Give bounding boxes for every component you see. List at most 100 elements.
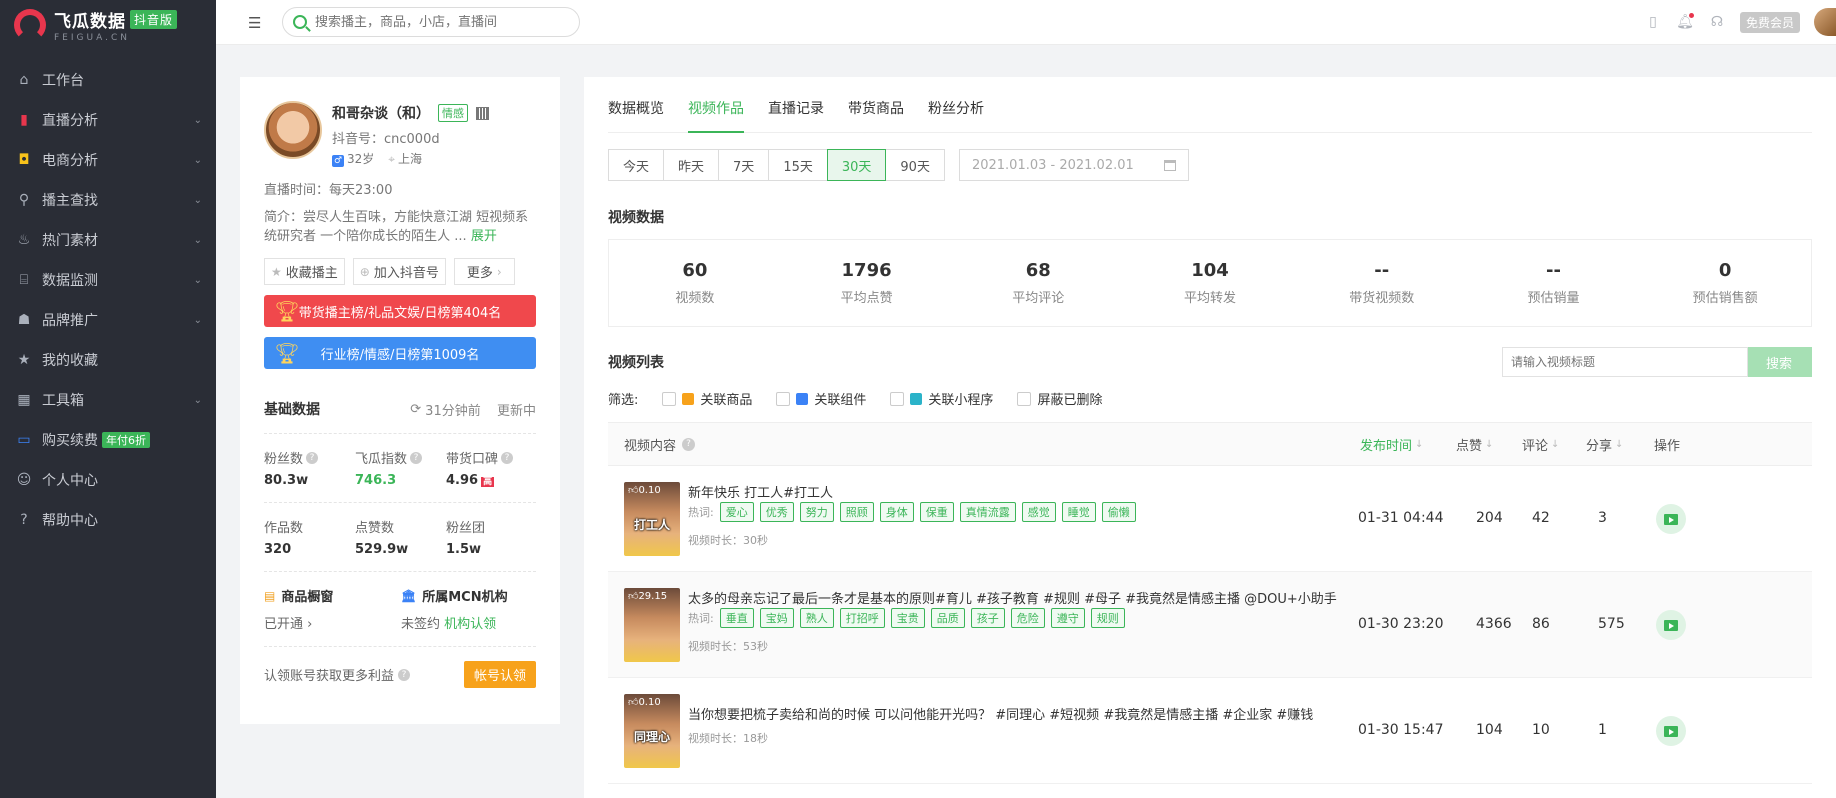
favorite-button[interactable]: ★ 收藏播主 xyxy=(264,258,345,285)
filter-checkbox[interactable]: 屏蔽已删除 xyxy=(1017,389,1102,408)
date-button[interactable]: 90天 xyxy=(885,149,945,181)
add-douyin-button[interactable]: ⊕ 加入抖音号 xyxy=(352,258,446,285)
tab-item[interactable]: 视频作品 xyxy=(688,98,744,133)
rank-bar-industry[interactable]: 🏆︎ 行业榜/情感/日榜第1009名 xyxy=(264,337,536,369)
chevron-right-icon: › xyxy=(496,264,502,279)
video-title[interactable]: 当你想要把梳子卖给和尚的时候 可以问他能开光吗？ #同理心 #短视频 #我竟然是… xyxy=(688,704,1313,723)
global-search[interactable] xyxy=(282,7,580,37)
checkbox[interactable] xyxy=(776,391,791,406)
hot-word-tag[interactable]: 宝妈 xyxy=(759,608,794,628)
sidebar-item[interactable]: ▭ 购买续费 年付6折 xyxy=(0,420,216,460)
checkbox[interactable] xyxy=(1017,391,1032,406)
sidebar-item[interactable]: ☺ 个人中心 xyxy=(0,460,216,500)
hot-word-tag[interactable]: 品质 xyxy=(930,608,965,628)
table-row[interactable]: 👍︎0.10 同理心 当你想要把梳子卖给和尚的时候 可以问他能开光吗？ #同理心 #… xyxy=(608,678,1812,784)
sidebar-item[interactable]: ☗ 品牌推广 ⌄ xyxy=(0,300,216,340)
refresh-icon[interactable]: ⟳ xyxy=(410,402,421,417)
hot-word-tag[interactable]: 优秀 xyxy=(759,502,794,522)
help-icon[interactable]: ? xyxy=(410,451,423,464)
hot-word-tag[interactable]: 努力 xyxy=(799,502,834,522)
hot-word-tag[interactable]: 打招呼 xyxy=(839,608,885,628)
hot-word-tag[interactable]: 身体 xyxy=(879,502,914,522)
play-video-button[interactable] xyxy=(1656,716,1686,746)
col-shares[interactable]: 分享 ↓ xyxy=(1586,435,1623,454)
sidebar-item[interactable]: ★ 我的收藏 xyxy=(0,340,216,380)
platform-badge[interactable]: 抖音版 xyxy=(130,10,178,29)
hot-word-tag[interactable]: 孩子 xyxy=(970,608,1005,628)
date-button[interactable]: 昨天 xyxy=(663,149,720,181)
hot-word-tag[interactable]: 照顾 xyxy=(839,502,874,522)
publish-time: 01-30 23:20 xyxy=(1358,616,1444,632)
date-button[interactable]: 30天 xyxy=(826,149,887,181)
expand-link[interactable]: 展开 xyxy=(471,229,497,244)
filter-checkbox[interactable]: 关联组件 xyxy=(776,389,866,408)
hot-word-tag[interactable]: 遵守 xyxy=(1050,608,1085,628)
help-icon[interactable]: ? xyxy=(682,437,696,451)
table-row[interactable]: 👍︎0.10 打工人 新年快乐 打工人#打工人 热词: 爱心 优秀 努力 照顾 身体 保重 真情流露… xyxy=(608,466,1812,572)
hot-word-tag[interactable]: 真情流露 xyxy=(959,502,1016,522)
play-video-button[interactable] xyxy=(1656,504,1686,534)
video-search-input[interactable] xyxy=(1502,347,1748,377)
sidebar-item[interactable]: ⌸ 数据监测 ⌄ xyxy=(0,260,216,300)
filter-label: 关联商品 xyxy=(700,393,753,408)
play-video-button[interactable] xyxy=(1656,610,1686,640)
col-publish-time[interactable]: 发布时间 ↓ xyxy=(1360,435,1423,454)
video-thumbnail[interactable]: 👍︎29.15 xyxy=(624,588,680,662)
bell-icon[interactable]: 🔔︎ xyxy=(1676,13,1694,31)
video-title[interactable]: 太多的母亲忘记了最后一条才是基本的原则#育儿 #孩子教育 #规则 #母子 #我竟… xyxy=(688,588,1337,607)
mcn-claim-link[interactable]: 机构认领 xyxy=(444,617,496,632)
date-button[interactable]: 7天 xyxy=(718,149,770,181)
sidebar-item[interactable]: ? 帮助中心 xyxy=(0,500,216,540)
filter-checkbox[interactable]: 关联小程序 xyxy=(890,389,993,408)
video-search-button[interactable]: 搜索 xyxy=(1748,347,1812,377)
hot-word-tag[interactable]: 睡觉 xyxy=(1061,502,1096,522)
hot-word-tag[interactable]: 熟人 xyxy=(799,608,834,628)
date-button[interactable]: 今天 xyxy=(608,149,665,181)
claim-account-button[interactable]: 帐号认领 xyxy=(463,661,536,688)
hot-word-tag[interactable]: 垂直 xyxy=(719,608,754,628)
menu-toggle-icon[interactable]: ☰ xyxy=(248,14,261,32)
headset-icon[interactable]: ☊ xyxy=(1708,13,1726,31)
hot-word-tag[interactable]: 爱心 xyxy=(719,502,754,522)
hot-word-tag[interactable]: 宝贵 xyxy=(890,608,925,628)
user-avatar[interactable] xyxy=(1814,8,1836,36)
checkbox[interactable] xyxy=(890,391,905,406)
tab-item[interactable]: 带货商品 xyxy=(848,98,904,132)
qrcode-icon[interactable] xyxy=(476,106,489,120)
sidebar-item[interactable]: ▮ 直播分析 ⌄ xyxy=(0,100,216,140)
hot-word-tag[interactable]: 感觉 xyxy=(1021,502,1056,522)
sidebar-item[interactable]: ⚲ 播主查找 ⌄ xyxy=(0,180,216,220)
date-range-picker[interactable]: 2021.01.03 - 2021.02.01 xyxy=(958,149,1189,181)
sidebar-item[interactable]: ⌂ 工作台 xyxy=(0,60,216,100)
tab-item[interactable]: 数据概览 xyxy=(608,98,664,132)
video-thumbnail[interactable]: 👍︎0.10 打工人 xyxy=(624,482,680,556)
global-search-input[interactable] xyxy=(315,14,555,30)
checkbox[interactable] xyxy=(662,391,677,406)
hot-word-tag[interactable]: 规则 xyxy=(1090,608,1125,628)
tab-item[interactable]: 直播记录 xyxy=(768,98,824,132)
more-button[interactable]: 更多 › xyxy=(453,258,515,285)
tablet-icon[interactable]: ▯ xyxy=(1644,13,1662,31)
sort-icon: ↓ xyxy=(1615,438,1624,450)
help-icon[interactable]: ? xyxy=(398,668,411,681)
sidebar-item[interactable]: ▦ 工具箱 ⌄ xyxy=(0,380,216,420)
video-thumbnail[interactable]: 👍︎0.10 同理心 xyxy=(624,694,680,768)
table-row[interactable]: 👍︎29.15 太多的母亲忘记了最后一条才是基本的原则#育儿 #孩子教育 #规则 … xyxy=(608,572,1812,678)
hot-word-tag[interactable]: 偷懒 xyxy=(1101,502,1136,522)
sidebar-item[interactable]: ♨ 热门素材 ⌄ xyxy=(0,220,216,260)
filter-checkbox[interactable]: 关联商品 xyxy=(662,389,752,408)
tab-item[interactable]: 粉丝分析 xyxy=(928,98,984,132)
help-icon[interactable]: ? xyxy=(306,451,319,464)
col-comments[interactable]: 评论 ↓ xyxy=(1522,435,1559,454)
rank-bar-goods[interactable]: 🏆︎ 带货播主榜/礼品文娱/日榜第404名 xyxy=(264,295,536,327)
hot-word-tag[interactable]: 保重 xyxy=(919,502,954,522)
logo[interactable]: 飞瓜数据 抖音版 FEIGUA.CN xyxy=(0,0,216,50)
member-badge[interactable]: 免费会员 xyxy=(1739,11,1800,33)
shop-window-status[interactable]: 已开通 › xyxy=(264,613,401,632)
help-icon[interactable]: ? xyxy=(501,451,514,464)
hot-word-tag[interactable]: 危险 xyxy=(1010,608,1045,628)
video-title[interactable]: 新年快乐 打工人#打工人 xyxy=(688,482,833,501)
col-likes[interactable]: 点赞 ↓ xyxy=(1456,435,1493,454)
date-button[interactable]: 15天 xyxy=(768,149,828,181)
sidebar-item[interactable]: ◘ 电商分析 ⌄ xyxy=(0,140,216,180)
